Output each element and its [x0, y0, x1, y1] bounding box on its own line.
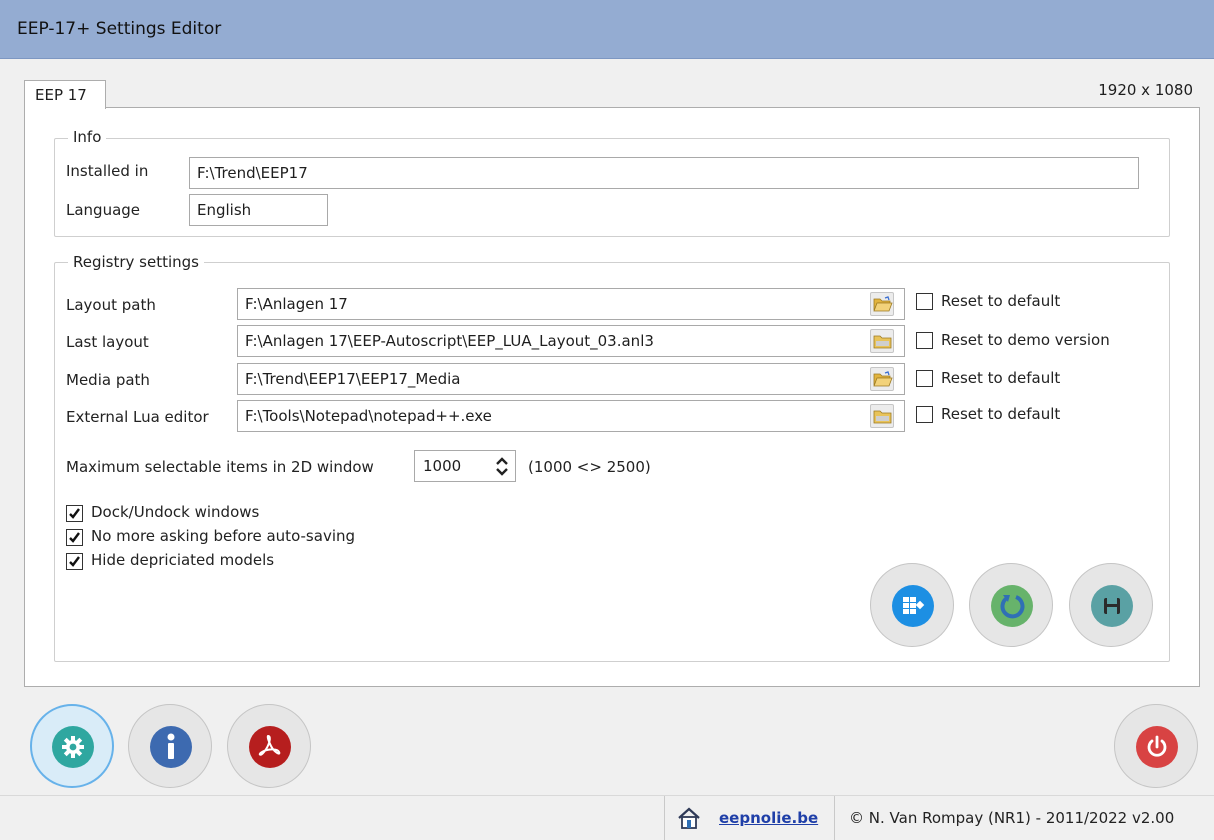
info-button[interactable] — [128, 704, 212, 788]
last-layout-field[interactable]: F:\Anlagen 17\EEP-Autoscript\EEP_LUA_Lay… — [237, 325, 905, 357]
max-items-range: (1000 <> 2500) — [528, 458, 651, 476]
status-separator — [664, 796, 665, 840]
hide-depriciated-checkbox[interactable] — [66, 553, 83, 570]
layout-path-field[interactable]: F:\Anlagen 17 — [237, 288, 905, 320]
checkmark-icon — [69, 532, 80, 543]
windows-settings-button[interactable] — [870, 563, 954, 647]
folder-open-icon — [873, 371, 893, 387]
lua-editor-browse-button[interactable] — [870, 404, 894, 428]
max-items-value: 1000 — [423, 457, 462, 475]
info-legend: Info — [68, 128, 107, 146]
pdf-icon — [258, 734, 281, 756]
registry-legend: Registry settings — [68, 253, 204, 271]
last-layout-browse-button[interactable] — [870, 329, 894, 353]
home-icon[interactable] — [677, 807, 701, 829]
copyright-text: © N. Van Rompay (NR1) - 2011/2022 v2.00 — [849, 809, 1175, 827]
reset-last-layout-checkbox[interactable] — [916, 332, 933, 349]
lua-editor-field[interactable]: F:\Tools\Notepad\notepad++.exe — [237, 400, 905, 432]
website-link[interactable]: eepnolie.be — [719, 809, 818, 827]
installed-in-label: Installed in — [66, 162, 149, 180]
max-items-spinner[interactable]: 1000 — [414, 450, 516, 482]
language-label: Language — [66, 201, 141, 219]
screen-resolution: 1920 x 1080 — [1098, 81, 1193, 99]
last-layout-label: Last layout — [66, 333, 149, 351]
checkmark-icon — [69, 508, 80, 519]
folder-open-icon — [873, 296, 893, 312]
lua-editor-label: External Lua editor — [66, 408, 209, 426]
language-field: English — [189, 194, 328, 226]
info-icon — [167, 733, 175, 759]
floppy-disk-icon — [1104, 598, 1120, 614]
reset-layout-path-checkbox[interactable] — [916, 293, 933, 310]
settings-button[interactable] — [30, 704, 114, 788]
spinner-arrows-icon[interactable] — [494, 454, 510, 479]
title-bar: EEP-17+ Settings Editor — [0, 0, 1214, 59]
reset-lua-editor-label: Reset to default — [941, 405, 1061, 423]
reset-lua-editor-checkbox[interactable] — [916, 406, 933, 423]
no-asking-autosave-checkbox[interactable] — [66, 529, 83, 546]
power-button[interactable] — [1114, 704, 1198, 788]
refresh-icon — [1000, 595, 1025, 619]
dock-undock-checkbox[interactable] — [66, 505, 83, 522]
tab-eep17[interactable]: EEP 17 — [24, 80, 106, 109]
layout-path-browse-button[interactable] — [870, 292, 894, 316]
media-path-field[interactable]: F:\Trend\EEP17\EEP17_Media — [237, 363, 905, 395]
status-bar: eepnolie.be © N. Van Rompay (NR1) - 2011… — [0, 795, 1214, 840]
save-button[interactable] — [1069, 563, 1153, 647]
folder-icon — [873, 335, 892, 349]
reset-media-path-label: Reset to default — [941, 369, 1061, 387]
folder-icon — [873, 410, 892, 424]
power-icon — [1147, 735, 1167, 757]
layout-path-label: Layout path — [66, 296, 156, 314]
refresh-button[interactable] — [969, 563, 1053, 647]
media-path-browse-button[interactable] — [870, 367, 894, 391]
tab-label: EEP 17 — [35, 86, 87, 104]
checkmark-icon — [69, 556, 80, 567]
reset-last-layout-label: Reset to demo version — [941, 331, 1110, 349]
hide-depriciated-label: Hide depriciated models — [91, 551, 275, 569]
window-title: EEP-17+ Settings Editor — [17, 19, 222, 39]
status-separator — [834, 796, 835, 840]
pdf-button[interactable] — [227, 704, 311, 788]
media-path-label: Media path — [66, 371, 150, 389]
no-asking-autosave-label: No more asking before auto-saving — [91, 527, 356, 545]
gear-icon — [62, 736, 84, 758]
installed-in-field: F:\Trend\EEP17 — [189, 157, 1139, 189]
dock-undock-label: Dock/Undock windows — [91, 503, 260, 521]
max-items-label: Maximum selectable items in 2D window — [66, 458, 374, 476]
reset-media-path-checkbox[interactable] — [916, 370, 933, 387]
reset-layout-path-label: Reset to default — [941, 292, 1061, 310]
windows-logo-icon — [903, 597, 925, 614]
